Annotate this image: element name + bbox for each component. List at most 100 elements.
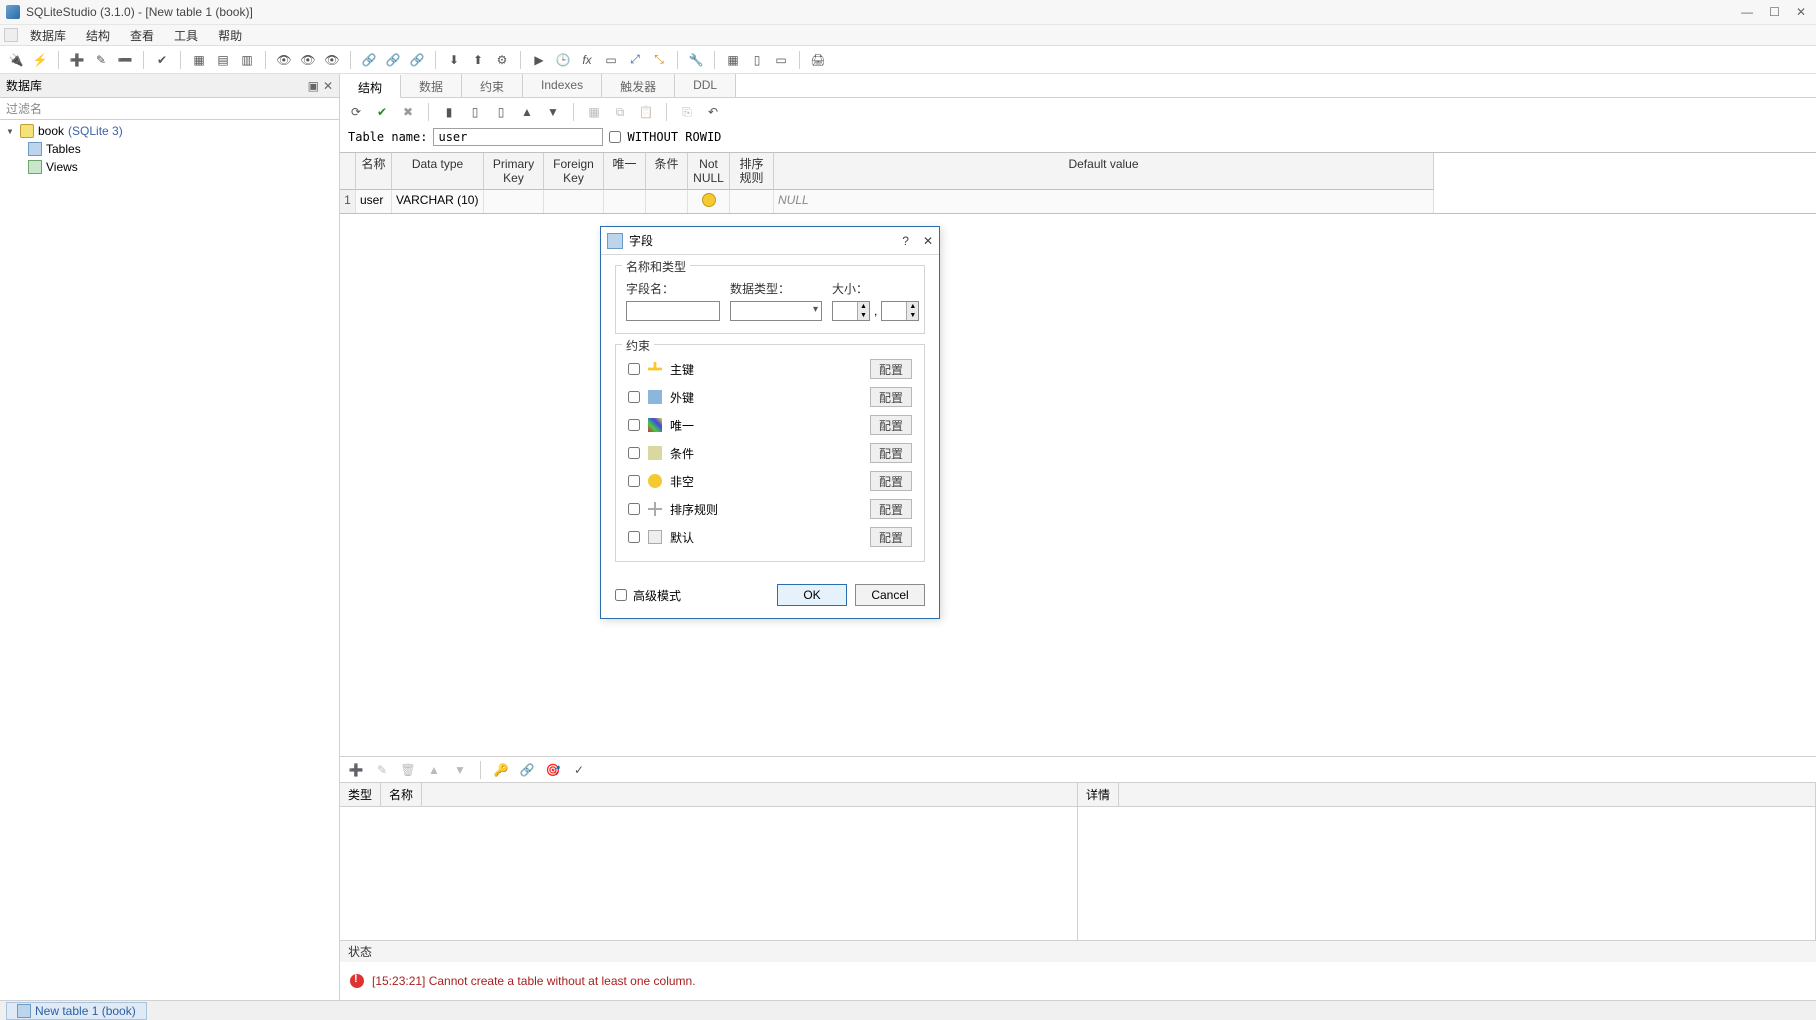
add-fk-constraint-icon[interactable]: 🔗 — [517, 760, 537, 780]
constraint-down-icon[interactable]: ▼ — [450, 760, 470, 780]
dialog-close-icon[interactable]: ✕ — [923, 234, 933, 248]
tab-structure[interactable]: 结构 — [340, 75, 401, 98]
advanced-mode-checkbox[interactable] — [615, 589, 627, 601]
del-column-icon[interactable]: ▯ — [491, 102, 511, 122]
add-column-icon[interactable]: ▮ — [439, 102, 459, 122]
cell-fk[interactable] — [544, 190, 604, 213]
tree-collapse-icon[interactable]: ▾ — [4, 123, 16, 139]
tool-collapse-icon[interactable]: ⤡ — [649, 50, 669, 70]
cell-unique[interactable] — [604, 190, 646, 213]
hdr-pk[interactable]: Primary Key — [484, 153, 544, 190]
tool-format-icon[interactable]: ▭ — [601, 50, 621, 70]
constraint-check-pk[interactable] — [628, 363, 640, 375]
tool-connect-icon[interactable]: 🔌 — [6, 50, 26, 70]
constraint-unique-config-button[interactable]: 配置 — [870, 415, 912, 435]
cell-cond[interactable] — [646, 190, 688, 213]
tool-link2-icon[interactable]: 🔗 — [383, 50, 403, 70]
data-type-combo[interactable] — [730, 301, 822, 321]
hdr-default[interactable]: Default value — [774, 153, 1434, 190]
tab-indexes[interactable]: Indexes — [523, 74, 602, 97]
hdr-sort[interactable]: 排序规则 — [730, 153, 774, 190]
hdr-datatype[interactable]: Data type — [392, 153, 484, 190]
db-tree[interactable]: ▾ book (SQLite 3) Tables Views — [0, 120, 339, 1000]
commit-structure-icon[interactable]: ✔ — [372, 102, 392, 122]
size-spin-2[interactable]: ▲▼ — [881, 301, 919, 321]
cell-default[interactable]: NULL — [774, 190, 1434, 213]
menu-view[interactable]: 查看 — [120, 25, 164, 46]
tool-add-db-icon[interactable]: ➕ — [67, 50, 87, 70]
add-constraint-icon[interactable]: ➕ — [346, 760, 366, 780]
tree-tables-node[interactable]: Tables — [0, 140, 339, 158]
cell-name[interactable]: user — [356, 190, 392, 213]
window-close-icon[interactable]: ✕ — [1796, 5, 1806, 19]
column-row[interactable]: 1 user VARCHAR (10) NULL — [340, 190, 1816, 213]
tool-tile1-icon[interactable]: ▦ — [723, 50, 743, 70]
tool-del-view-icon[interactable]: 👁 — [322, 50, 342, 70]
tool-edit-table-icon[interactable]: ▤ — [213, 50, 233, 70]
constraint-fk-config-button[interactable]: 配置 — [870, 387, 912, 407]
add-unique-constraint-icon[interactable]: 🎯 — [543, 760, 563, 780]
tool-new-view-icon[interactable]: 👁 — [274, 50, 294, 70]
tool-edit-view-icon[interactable]: 👁 — [298, 50, 318, 70]
constraint-notnull-config-button[interactable]: 配置 — [870, 471, 912, 491]
tool-print-icon[interactable]: 🖨 — [808, 50, 828, 70]
tool-edit-db-icon[interactable]: ✎ — [91, 50, 111, 70]
hdr-cond[interactable]: 条件 — [646, 153, 688, 190]
move-down-icon[interactable]: ▼ — [543, 102, 563, 122]
tool-config-icon[interactable]: 🔧 — [686, 50, 706, 70]
tool-remove-db-icon[interactable]: ➖ — [115, 50, 135, 70]
tab-data[interactable]: 数据 — [401, 74, 462, 97]
ok-button[interactable]: OK — [777, 584, 847, 606]
constraint-cond-config-button[interactable]: 配置 — [870, 443, 912, 463]
generate-sql-icon[interactable]: ⎘ — [677, 102, 697, 122]
tab-constraints[interactable]: 约束 — [462, 74, 523, 97]
tool-fx-icon[interactable]: fx — [577, 50, 597, 70]
sidebar-filter[interactable]: 过滤名 — [0, 98, 339, 120]
tool-new-table-icon[interactable]: ▦ — [189, 50, 209, 70]
constraint-check-cond[interactable] — [628, 447, 640, 459]
sidebar-undock-icon[interactable]: ▣ — [308, 79, 319, 93]
tool-import-icon[interactable]: ⬇ — [444, 50, 464, 70]
create-similar-icon[interactable]: ▦ — [584, 102, 604, 122]
window-maximize-icon[interactable]: ☐ — [1769, 5, 1780, 19]
tool-expand-icon[interactable]: ⤢ — [625, 50, 645, 70]
tool-tile3-icon[interactable]: ▭ — [771, 50, 791, 70]
dialog-help-icon[interactable]: ? — [902, 234, 909, 248]
menu-structure[interactable]: 结构 — [76, 25, 120, 46]
tool-link3-icon[interactable]: 🔗 — [407, 50, 427, 70]
paste-icon[interactable]: 📋 — [636, 102, 656, 122]
tool-link1-icon[interactable]: 🔗 — [359, 50, 379, 70]
constraint-check-unique[interactable] — [628, 419, 640, 431]
copy-icon[interactable]: ⧉ — [610, 102, 630, 122]
tool-sql-editor-icon[interactable]: ▶ — [529, 50, 549, 70]
rollback-structure-icon[interactable]: ✖ — [398, 102, 418, 122]
constraint-check-notnull[interactable] — [628, 475, 640, 487]
add-check-constraint-icon[interactable]: ✓ — [569, 760, 589, 780]
tool-export-icon[interactable]: ⬆ — [468, 50, 488, 70]
menu-database[interactable]: 数据库 — [20, 25, 76, 46]
cell-pk[interactable] — [484, 190, 544, 213]
hdr-unique[interactable]: 唯一 — [604, 153, 646, 190]
constraint-sort-config-button[interactable]: 配置 — [870, 499, 912, 519]
move-up-icon[interactable]: ▲ — [517, 102, 537, 122]
menu-help[interactable]: 帮助 — [208, 25, 252, 46]
tool-disconnect-icon[interactable]: ⚡ — [30, 50, 50, 70]
hdr-name[interactable]: 名称 — [356, 153, 392, 190]
mdi-tab[interactable]: New table 1 (book) — [6, 1002, 147, 1020]
constraints-hdr-type[interactable]: 类型 — [340, 783, 381, 806]
size-spin-1[interactable]: ▲▼ — [832, 301, 870, 321]
menu-tools[interactable]: 工具 — [164, 25, 208, 46]
hdr-notnull[interactable]: Not NULL — [688, 153, 730, 190]
constraint-pk-config-button[interactable]: 配置 — [870, 359, 912, 379]
tree-db-node[interactable]: ▾ book (SQLite 3) — [0, 122, 339, 140]
undo-icon[interactable]: ↶ — [703, 102, 723, 122]
window-minimize-icon[interactable]: — — [1741, 5, 1753, 19]
tool-sql-history-icon[interactable]: 🕒 — [553, 50, 573, 70]
del-constraint-icon[interactable]: 🗑 — [398, 760, 418, 780]
details-hdr[interactable]: 详情 — [1078, 783, 1119, 806]
mdi-child-icon[interactable] — [4, 28, 18, 42]
without-rowid-checkbox[interactable] — [609, 131, 621, 143]
cell-type[interactable]: VARCHAR (10) — [392, 190, 484, 213]
hdr-fk[interactable]: Foreign Key — [544, 153, 604, 190]
table-name-input[interactable] — [433, 128, 603, 146]
